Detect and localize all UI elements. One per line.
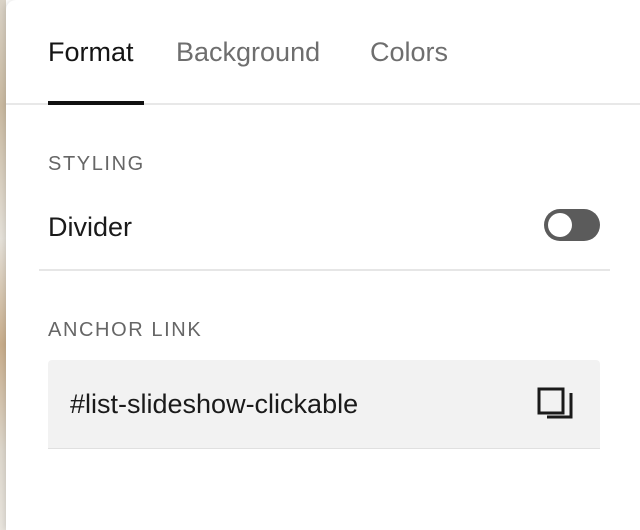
- divider-toggle[interactable]: [544, 209, 600, 241]
- toggle-knob: [548, 213, 572, 237]
- tab-bar: Format Background Colors: [6, 0, 640, 105]
- section-separator: [39, 269, 610, 271]
- anchor-link-section-label: ANCHOR LINK: [48, 319, 203, 341]
- active-tab-indicator: [48, 101, 144, 105]
- copy-icon: [537, 387, 573, 419]
- block-settings-panel: Format Background Colors STYLING Divider…: [6, 0, 640, 530]
- tab-colors[interactable]: Colors: [370, 34, 448, 70]
- divider-label: Divider: [48, 212, 133, 242]
- anchor-link-field[interactable]: #list-slideshow-clickable: [48, 360, 600, 449]
- copy-anchor-button[interactable]: [534, 384, 576, 426]
- tab-background[interactable]: Background: [176, 34, 320, 70]
- styling-section-label: STYLING: [48, 153, 145, 175]
- anchor-link-value[interactable]: #list-slideshow-clickable: [70, 387, 358, 421]
- tab-format[interactable]: Format: [48, 34, 134, 70]
